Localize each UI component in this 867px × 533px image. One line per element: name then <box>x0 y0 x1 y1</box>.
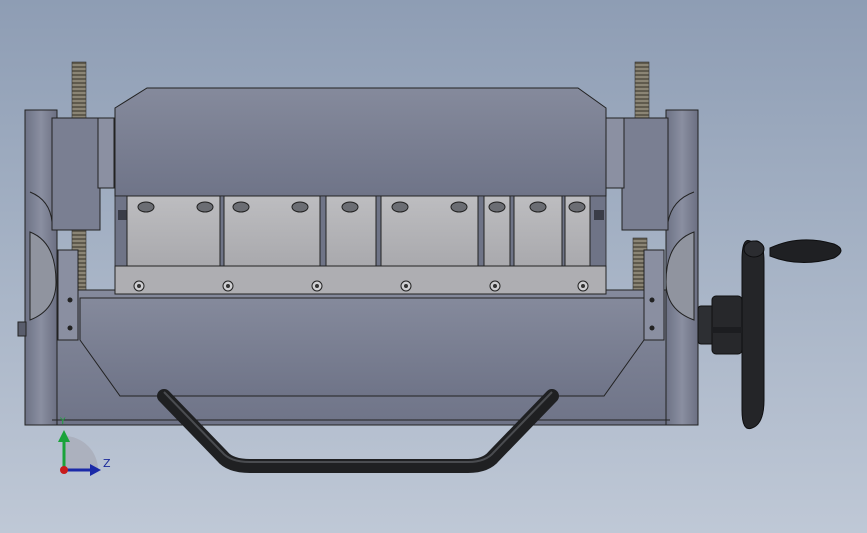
bending-beam <box>79 297 645 397</box>
bending-machine-model[interactable] <box>0 0 867 533</box>
upper-clamp-beam <box>114 87 607 197</box>
finger-plates <box>126 195 591 267</box>
hand-wheel[interactable] <box>697 239 842 430</box>
triad-z-label: Z <box>103 457 111 470</box>
clamping-bar <box>114 265 607 295</box>
triad-y-label: Y <box>60 417 66 427</box>
view-triad <box>58 430 101 476</box>
graphics-viewport[interactable]: Y Z <box>0 0 867 533</box>
